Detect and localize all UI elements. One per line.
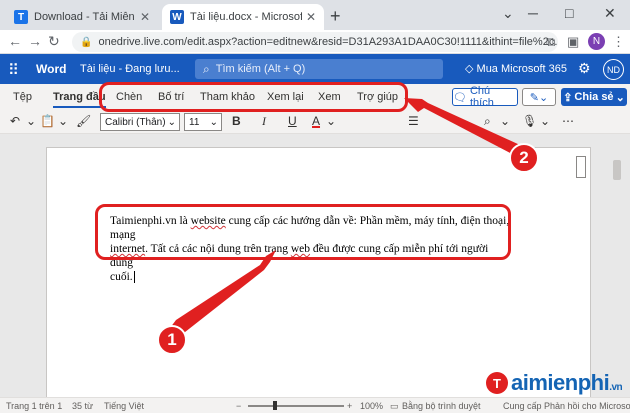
annotation-marker-1: 1	[157, 325, 187, 355]
annotation-marker-2: 2	[509, 143, 539, 173]
annotation-arrow-1	[170, 250, 276, 336]
watermark-suffix: .vn	[609, 382, 623, 393]
watermark-name: aimienphi	[511, 370, 610, 395]
taimienphi-watermark: T aimienphi.vn	[486, 370, 623, 396]
annotation-arrow-2	[404, 98, 524, 156]
annotation-arrows	[170, 98, 524, 336]
taimienphi-logo-icon: T	[486, 372, 508, 394]
watermark-text: aimienphi.vn	[511, 370, 623, 396]
